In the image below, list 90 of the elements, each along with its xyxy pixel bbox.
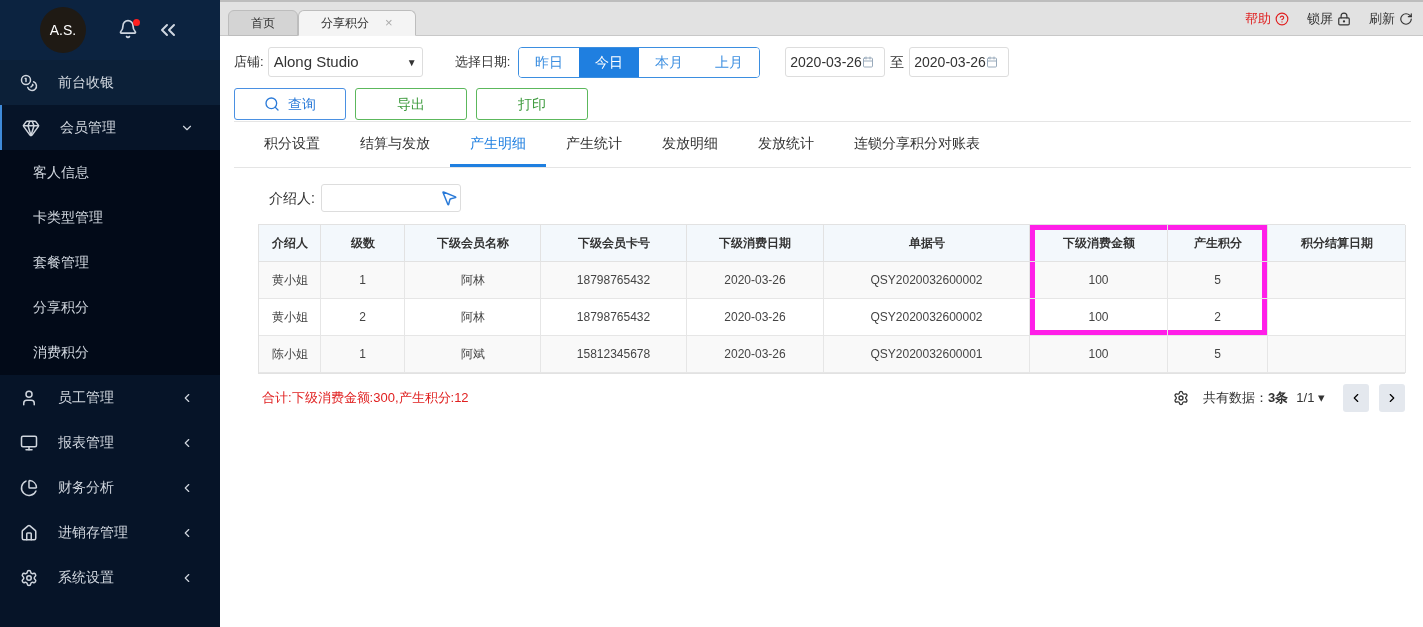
column-header: 产生积分 bbox=[1168, 225, 1268, 262]
column-header: 下级消费金额 bbox=[1030, 225, 1168, 262]
table-cell: 1 bbox=[321, 262, 405, 299]
table-cell: 100 bbox=[1030, 262, 1168, 299]
column-header: 介绍人 bbox=[259, 225, 321, 262]
sidebar-item[interactable]: 财务分析 bbox=[0, 465, 220, 510]
sub-tab[interactable]: 发放统计 bbox=[738, 122, 834, 167]
table-cell: 阿林 bbox=[405, 262, 541, 299]
sidebar-subitem[interactable]: 消费积分 bbox=[0, 330, 220, 375]
table-cell: 阿林 bbox=[405, 299, 541, 336]
caret-icon: ▼ bbox=[406, 54, 417, 70]
date-from-field[interactable]: 2020-03-26 bbox=[785, 47, 886, 77]
page-tab[interactable]: 分享积分 × bbox=[298, 10, 416, 36]
referrer-field[interactable] bbox=[320, 184, 461, 212]
table-cell: QSY2020032600001 bbox=[824, 336, 1030, 373]
action-button[interactable]: 导出 bbox=[355, 88, 467, 120]
search-icon bbox=[264, 96, 280, 112]
avatar[interactable]: A.S. bbox=[40, 7, 86, 53]
sub-tab[interactable]: 发放明细 bbox=[642, 122, 738, 167]
table-cell: 5 bbox=[1168, 336, 1268, 373]
refresh-icon bbox=[1399, 11, 1413, 26]
table-cell: 100 bbox=[1030, 299, 1168, 336]
table-cell: 阿斌 bbox=[405, 336, 541, 373]
column-header: 积分结算日期 bbox=[1268, 225, 1406, 262]
date-range-separator: 至 bbox=[890, 52, 905, 72]
store-select[interactable]: Along Studio ▼ bbox=[267, 47, 423, 77]
top-action[interactable]: 刷新 bbox=[1369, 8, 1413, 29]
table-cell: QSY2020032600002 bbox=[824, 299, 1030, 336]
date-label: 选择日期: bbox=[454, 53, 511, 72]
table-cell: 黄小姐 bbox=[259, 262, 321, 299]
sidebar-subitem[interactable]: 客人信息 bbox=[0, 150, 220, 195]
sidebar-item[interactable]: 员工管理 bbox=[0, 375, 220, 420]
table-cell: 2020-03-26 bbox=[687, 262, 824, 299]
search-button[interactable]: 查询 bbox=[234, 88, 346, 120]
table-cell: 2 bbox=[1168, 299, 1268, 336]
table-cell: 18798765432 bbox=[541, 262, 687, 299]
top-action[interactable]: 帮助 bbox=[1245, 8, 1289, 29]
table-cell: 陈小姐 bbox=[259, 336, 321, 373]
table-cell: 18798765432 bbox=[541, 299, 687, 336]
coins-icon bbox=[20, 73, 38, 92]
sub-tab[interactable]: 产生明细 bbox=[450, 122, 546, 167]
pie-chart-icon bbox=[20, 478, 38, 497]
monitor-icon bbox=[20, 433, 38, 452]
help-icon bbox=[1275, 11, 1289, 26]
date-option[interactable]: 今日 bbox=[579, 47, 640, 77]
page-tab[interactable]: 首页 bbox=[228, 10, 298, 36]
table-cell: 5 bbox=[1168, 262, 1268, 299]
lock-icon bbox=[1337, 11, 1351, 26]
table-cell: QSY2020032600002 bbox=[824, 262, 1030, 299]
settings-icon[interactable] bbox=[1173, 390, 1190, 406]
bell-icon bbox=[118, 19, 138, 39]
notification-bell[interactable] bbox=[118, 19, 140, 41]
calendar-icon bbox=[861, 56, 874, 68]
sidebar-subitem[interactable]: 卡类型管理 bbox=[0, 195, 220, 240]
column-header: 下级会员卡号 bbox=[541, 225, 687, 262]
top-action[interactable]: 锁屏 bbox=[1307, 8, 1351, 29]
table-cell: 2 bbox=[321, 299, 405, 336]
summary-text: 合计:下级消费金额:300,产生积分:12 bbox=[262, 389, 469, 408]
sub-tab[interactable]: 积分设置 bbox=[244, 122, 340, 167]
column-header: 下级会员名称 bbox=[405, 225, 541, 262]
user-icon bbox=[20, 388, 38, 407]
action-button[interactable]: 打印 bbox=[476, 88, 588, 120]
column-header: 单据号 bbox=[824, 225, 1030, 262]
sidebar-subitem[interactable]: 分享积分 bbox=[0, 285, 220, 330]
table-cell: 2020-03-26 bbox=[687, 299, 824, 336]
sub-tab[interactable]: 产生统计 bbox=[546, 122, 642, 167]
sidebar-item[interactable]: 进销存管理 bbox=[0, 510, 220, 555]
date-to-field[interactable]: 2020-03-26 bbox=[909, 47, 1010, 77]
table-cell: 2020-03-26 bbox=[687, 336, 824, 373]
table-cell: 15812345678 bbox=[541, 336, 687, 373]
total-count: 共有数据：3条 bbox=[1203, 389, 1289, 408]
column-header: 级数 bbox=[321, 225, 405, 262]
gear-icon bbox=[20, 568, 38, 587]
gem-icon bbox=[22, 118, 40, 137]
store-label: 店铺: bbox=[234, 53, 264, 72]
table-cell: 100 bbox=[1030, 336, 1168, 373]
page-select[interactable]: 1/1 ▾ bbox=[1296, 388, 1325, 408]
sub-tab[interactable]: 连锁分享积分对账表 bbox=[834, 122, 1000, 167]
sidebar-item[interactable]: 报表管理 bbox=[0, 420, 220, 465]
sidebar-item[interactable]: 前台收银 bbox=[0, 60, 220, 105]
sidebar-item[interactable]: 系统设置 bbox=[0, 555, 220, 600]
column-header: 下级消费日期 bbox=[687, 225, 824, 262]
sub-tab[interactable]: 结算与发放 bbox=[340, 122, 450, 167]
house-icon bbox=[20, 523, 38, 542]
referrer-label: 介绍人: bbox=[269, 188, 315, 208]
sidebar-subitem[interactable]: 套餐管理 bbox=[0, 240, 220, 285]
picker-icon bbox=[439, 189, 458, 207]
table-cell: 1 bbox=[321, 336, 405, 373]
calendar-icon bbox=[985, 56, 998, 68]
table-cell: 黄小姐 bbox=[259, 299, 321, 336]
